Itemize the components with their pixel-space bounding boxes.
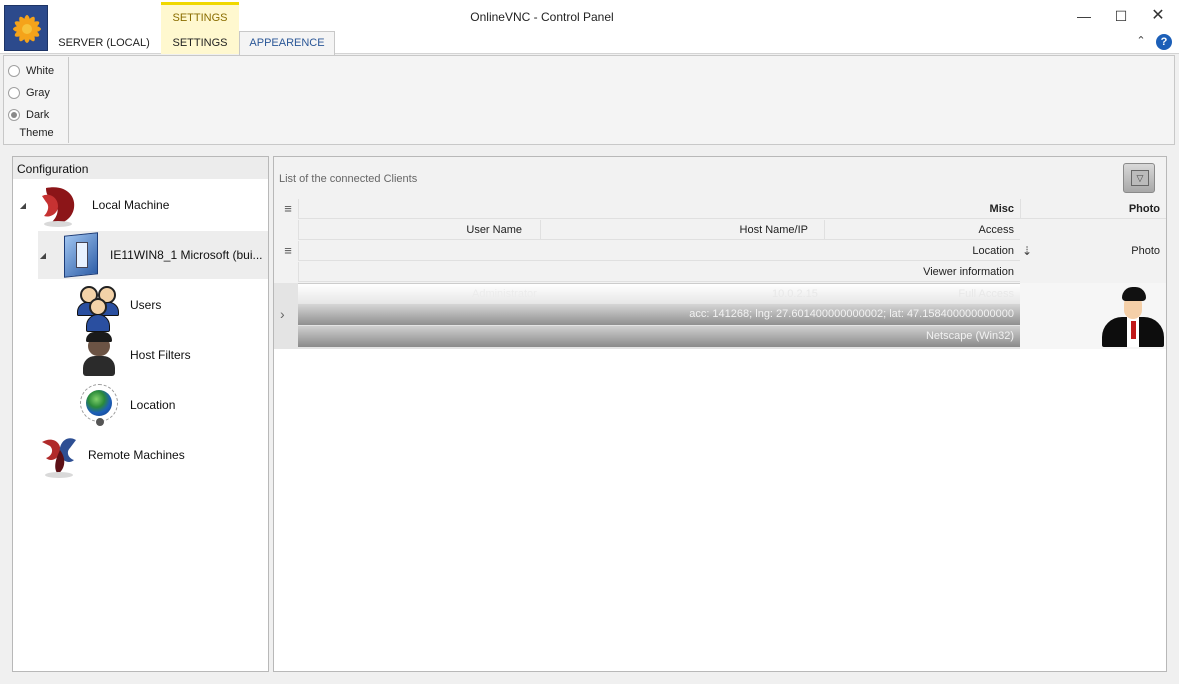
theme-group-label: Theme [19,127,54,139]
tree-node-host-filters[interactable]: Host Filters [76,331,191,379]
cell-location[interactable]: acc: 141268; lng: 27.601400000000002; la… [298,304,1020,325]
host-filters-icon [76,332,122,378]
theme-gray-radio[interactable]: Gray [8,85,50,101]
tree-node-ie11win8[interactable]: ◢ IE11WIN8_1 Microsoft (bui... [38,231,268,279]
sort-icon[interactable]: ⇣ [1022,241,1040,261]
maximize-button[interactable]: ☐ [1107,6,1135,26]
tree-label: Users [130,298,162,312]
local-machine-icon [36,182,86,228]
radio-label: Gray [26,87,50,99]
radio-circle[interactable] [8,87,20,99]
radio-label: White [26,65,55,77]
configuration-header: Configuration [13,157,268,179]
clients-caption: List of the connected Clients [279,173,418,185]
theme-dark-radio[interactable]: Dark [8,107,49,123]
minimize-button[interactable]: — [1070,6,1098,26]
row-expander-icon[interactable]: › [280,306,294,322]
cell-host-name: 10.0.2.15 [772,288,818,300]
collapse-expander-icon[interactable]: ◢ [18,201,28,210]
computer-icon [56,232,104,278]
column-header-user-name[interactable]: User Name [298,220,540,240]
tree-label: Remote Machines [88,448,185,462]
tab-server-local[interactable]: SERVER (LOCAL) [56,32,152,54]
tree-node-local-machine[interactable]: ◢ Local Machine [18,181,169,229]
cell-access: Full Access [958,288,1014,300]
context-group-label: SETTINGS [172,12,228,24]
column-menu-icon[interactable]: ≡ [276,241,300,261]
help-icon[interactable]: ? [1156,34,1172,50]
ribbon-collapse-icon[interactable]: ⌃ [1134,34,1148,50]
band-header-misc[interactable]: Misc [298,199,1020,219]
column-header-photo[interactable]: Photo [1020,241,1166,261]
tree-label: IE11WIN8_1 Microsoft (bui... [110,248,263,262]
radio-circle[interactable] [8,65,20,77]
close-button[interactable]: ✕ [1144,6,1172,26]
tree-label: Host Filters [130,348,191,362]
tree-label: Local Machine [92,198,170,212]
dropdown-arrow-icon: ▽ [1131,170,1149,186]
radio-label: Dark [26,109,50,121]
tree-node-remote-machines[interactable]: Remote Machines [18,431,185,479]
column-header-location[interactable]: Location [298,241,1020,261]
theme-white-radio[interactable]: White [8,63,54,79]
collapse-expander-icon[interactable]: ◢ [38,251,48,260]
band-header-photo[interactable]: Photo [1020,199,1166,219]
cell-user-name: Administrator [472,288,537,300]
remote-machines-icon [36,432,82,478]
tree-label: Location [130,398,176,412]
tree-node-users[interactable]: Users [76,281,162,332]
tree-node-location[interactable]: Location [76,381,175,429]
ribbon-panel [3,55,1175,145]
column-header-host-name[interactable]: Host Name/IP [540,220,824,240]
clients-dropdown-button[interactable]: ▽ [1123,163,1155,193]
client-avatar [1100,283,1166,349]
column-header-viewer-information[interactable]: Viewer information [298,262,1020,282]
tab-appearence[interactable]: APPEARENCE [239,31,335,55]
column-header-access[interactable]: Access [824,220,1020,240]
users-icon [76,282,122,332]
row-line-main[interactable]: Administrator 10.0.2.15 Full Access [298,283,1020,304]
radio-circle[interactable] [8,109,20,121]
tab-settings[interactable]: SETTINGS [161,32,239,54]
cell-viewer-information[interactable]: Netscape (Win32) [298,326,1020,347]
globe-icon [76,382,122,428]
band-menu-icon[interactable]: ≡ [276,199,300,219]
